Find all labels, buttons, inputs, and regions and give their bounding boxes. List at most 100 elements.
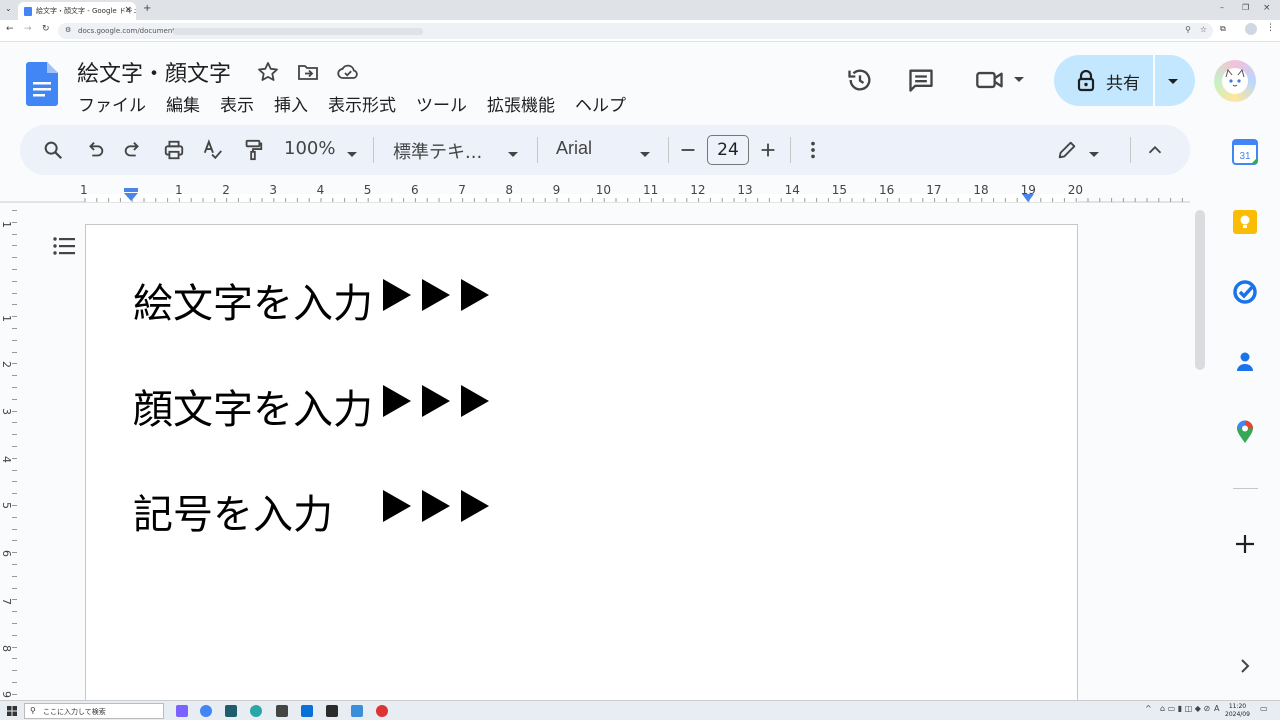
edge-app-icon[interactable] — [250, 705, 262, 717]
share-button[interactable]: 共有 — [1054, 55, 1195, 106]
chrome-app-icon[interactable] — [200, 705, 212, 717]
version-history-icon[interactable] — [846, 66, 874, 94]
bookmark-star-icon[interactable]: ☆ — [1200, 25, 1207, 34]
meet-dropdown-icon[interactable] — [1012, 72, 1026, 86]
taskbar-app-icon[interactable] — [376, 705, 388, 717]
profile-icon[interactable] — [1245, 23, 1257, 35]
reload-icon[interactable]: ↻ — [42, 24, 50, 34]
ruler-number: 14 — [784, 183, 800, 197]
redo-icon[interactable] — [122, 139, 144, 161]
taskbar-app-icon[interactable] — [326, 705, 338, 717]
font-dropdown-icon[interactable] — [638, 144, 652, 166]
taskbar-clock[interactable]: 11:20 2024/09 — [1225, 703, 1250, 719]
share-dropdown-icon[interactable] — [1166, 74, 1180, 88]
close-window-icon[interactable]: × — [1263, 3, 1271, 13]
decrease-font-size-icon[interactable] — [677, 139, 699, 161]
back-icon[interactable]: ← — [6, 24, 14, 34]
menu-view[interactable]: 表示 — [220, 91, 254, 116]
ruler-tick — [12, 245, 17, 247]
menu-edit[interactable]: 編集 — [166, 91, 200, 116]
docs-logo-icon[interactable] — [26, 62, 58, 106]
taskbar-app-icon[interactable] — [225, 705, 237, 717]
menu-format[interactable]: 表示形式 — [328, 91, 396, 116]
get-addons-plus-icon[interactable] — [1232, 531, 1258, 557]
font-size-input[interactable]: 24 — [707, 135, 749, 165]
ruler-number: 9 — [552, 183, 561, 197]
editing-mode-dropdown-icon[interactable] — [1087, 144, 1101, 166]
text-line-symbol[interactable]: 記号を入力 — [133, 482, 333, 540]
menu-extensions[interactable]: 拡張機能 — [487, 91, 555, 116]
vertical-ruler: 1123456789 — [0, 210, 18, 700]
text-line-emoji[interactable]: 絵文字を入力 — [133, 271, 373, 329]
forward-icon[interactable]: → — [24, 24, 32, 34]
copilot-app-icon[interactable] — [176, 705, 188, 717]
tray-icons[interactable]: ⌂ ▭ ▮ ◫ ◆ ⊘ — [1160, 704, 1210, 713]
document-title[interactable]: 絵文字・顔文字 — [77, 56, 231, 88]
comments-icon[interactable] — [907, 66, 935, 94]
extensions-icon[interactable]: ⧉ — [1220, 24, 1226, 34]
ruler-number: 2 — [222, 183, 230, 197]
left-indent-marker-icon[interactable] — [123, 188, 139, 202]
spellcheck-icon[interactable] — [202, 139, 224, 161]
browser-menu-icon[interactable]: ⋮ — [1266, 23, 1275, 33]
taskbar-app-icon[interactable] — [301, 705, 313, 717]
calendar-icon[interactable]: 31 — [1232, 139, 1258, 165]
editing-mode-pencil-icon[interactable] — [1056, 139, 1078, 161]
tasks-icon[interactable] — [1232, 279, 1258, 305]
cloud-saved-icon[interactable] — [336, 60, 360, 84]
contacts-icon[interactable] — [1232, 349, 1258, 375]
paint-format-icon[interactable] — [242, 139, 264, 161]
close-tab-icon[interactable]: × — [124, 5, 132, 15]
expand-side-panel-chevron-icon[interactable] — [1232, 653, 1258, 679]
ruler-number: 3 — [269, 183, 278, 197]
windows-start-icon[interactable] — [7, 706, 17, 716]
triangle-arrow-icon — [383, 490, 411, 522]
paragraph-style-select[interactable]: 標準テキ... — [393, 138, 482, 164]
ruler-number: 17 — [926, 183, 942, 197]
more-options-icon[interactable] — [802, 139, 824, 161]
menu-file[interactable]: ファイル — [78, 91, 146, 116]
tab-title: 絵文字・顔文字 - Google ドキュメ — [36, 7, 136, 15]
menu-insert[interactable]: 挿入 — [274, 91, 308, 116]
increase-font-size-icon[interactable] — [757, 139, 779, 161]
taskbar-search-input[interactable]: ⚲ ここに入力して検索 — [24, 703, 164, 719]
document-outline-icon[interactable] — [52, 236, 76, 256]
tab-list-icon[interactable]: ⌄ — [5, 4, 12, 13]
new-tab-icon[interactable]: + — [143, 3, 151, 14]
menu-help[interactable]: ヘルプ — [575, 91, 626, 116]
hide-menus-chevron-up-icon[interactable] — [1144, 139, 1166, 161]
move-folder-icon[interactable] — [296, 60, 320, 84]
ruler-tick — [12, 493, 17, 495]
zoom-select[interactable]: 100% — [284, 138, 335, 159]
scrollbar-thumb[interactable] — [1195, 210, 1205, 370]
undo-icon[interactable] — [84, 139, 106, 161]
menu-tools[interactable]: ツール — [416, 91, 467, 116]
meet-video-icon[interactable] — [975, 66, 1005, 94]
lock-icon — [1077, 70, 1095, 92]
avatar[interactable] — [1214, 60, 1256, 102]
ruler-tick — [12, 646, 17, 648]
print-icon[interactable] — [163, 139, 185, 161]
browser-tab[interactable]: 絵文字・顔文字 - Google ドキュメ × — [18, 2, 136, 20]
taskbar-app-icon[interactable] — [276, 705, 288, 717]
maps-icon[interactable] — [1232, 419, 1258, 445]
toolbar-divider — [1130, 137, 1131, 163]
keep-icon[interactable] — [1232, 209, 1258, 235]
ime-icon[interactable]: A — [1214, 704, 1219, 713]
star-icon[interactable] — [256, 60, 280, 84]
tray-chevron-icon[interactable]: ^ — [1145, 704, 1152, 713]
url-input[interactable]: ⚙ docs.google.com/document/ ⚲ ☆ — [58, 23, 1213, 39]
document-page[interactable]: 絵文字を入力 顔文字を入力 記号を入力 — [85, 224, 1078, 704]
minimize-icon[interactable]: – — [1220, 3, 1224, 12]
right-indent-marker-icon[interactable] — [1021, 193, 1035, 203]
taskbar-app-icon[interactable] — [351, 705, 363, 717]
notifications-icon[interactable]: ▭ — [1260, 704, 1268, 713]
font-select[interactable]: Arial — [556, 138, 592, 159]
text-line-kaomoji[interactable]: 顔文字を入力 — [133, 377, 373, 435]
site-info-icon[interactable]: ⚙ — [65, 26, 71, 34]
style-dropdown-icon[interactable] — [506, 144, 520, 166]
maximize-icon[interactable]: ❐ — [1242, 3, 1249, 12]
search-menus-icon[interactable] — [42, 139, 64, 161]
zoom-dropdown-icon[interactable] — [345, 144, 359, 166]
zoom-icon[interactable]: ⚲ — [1185, 25, 1191, 34]
